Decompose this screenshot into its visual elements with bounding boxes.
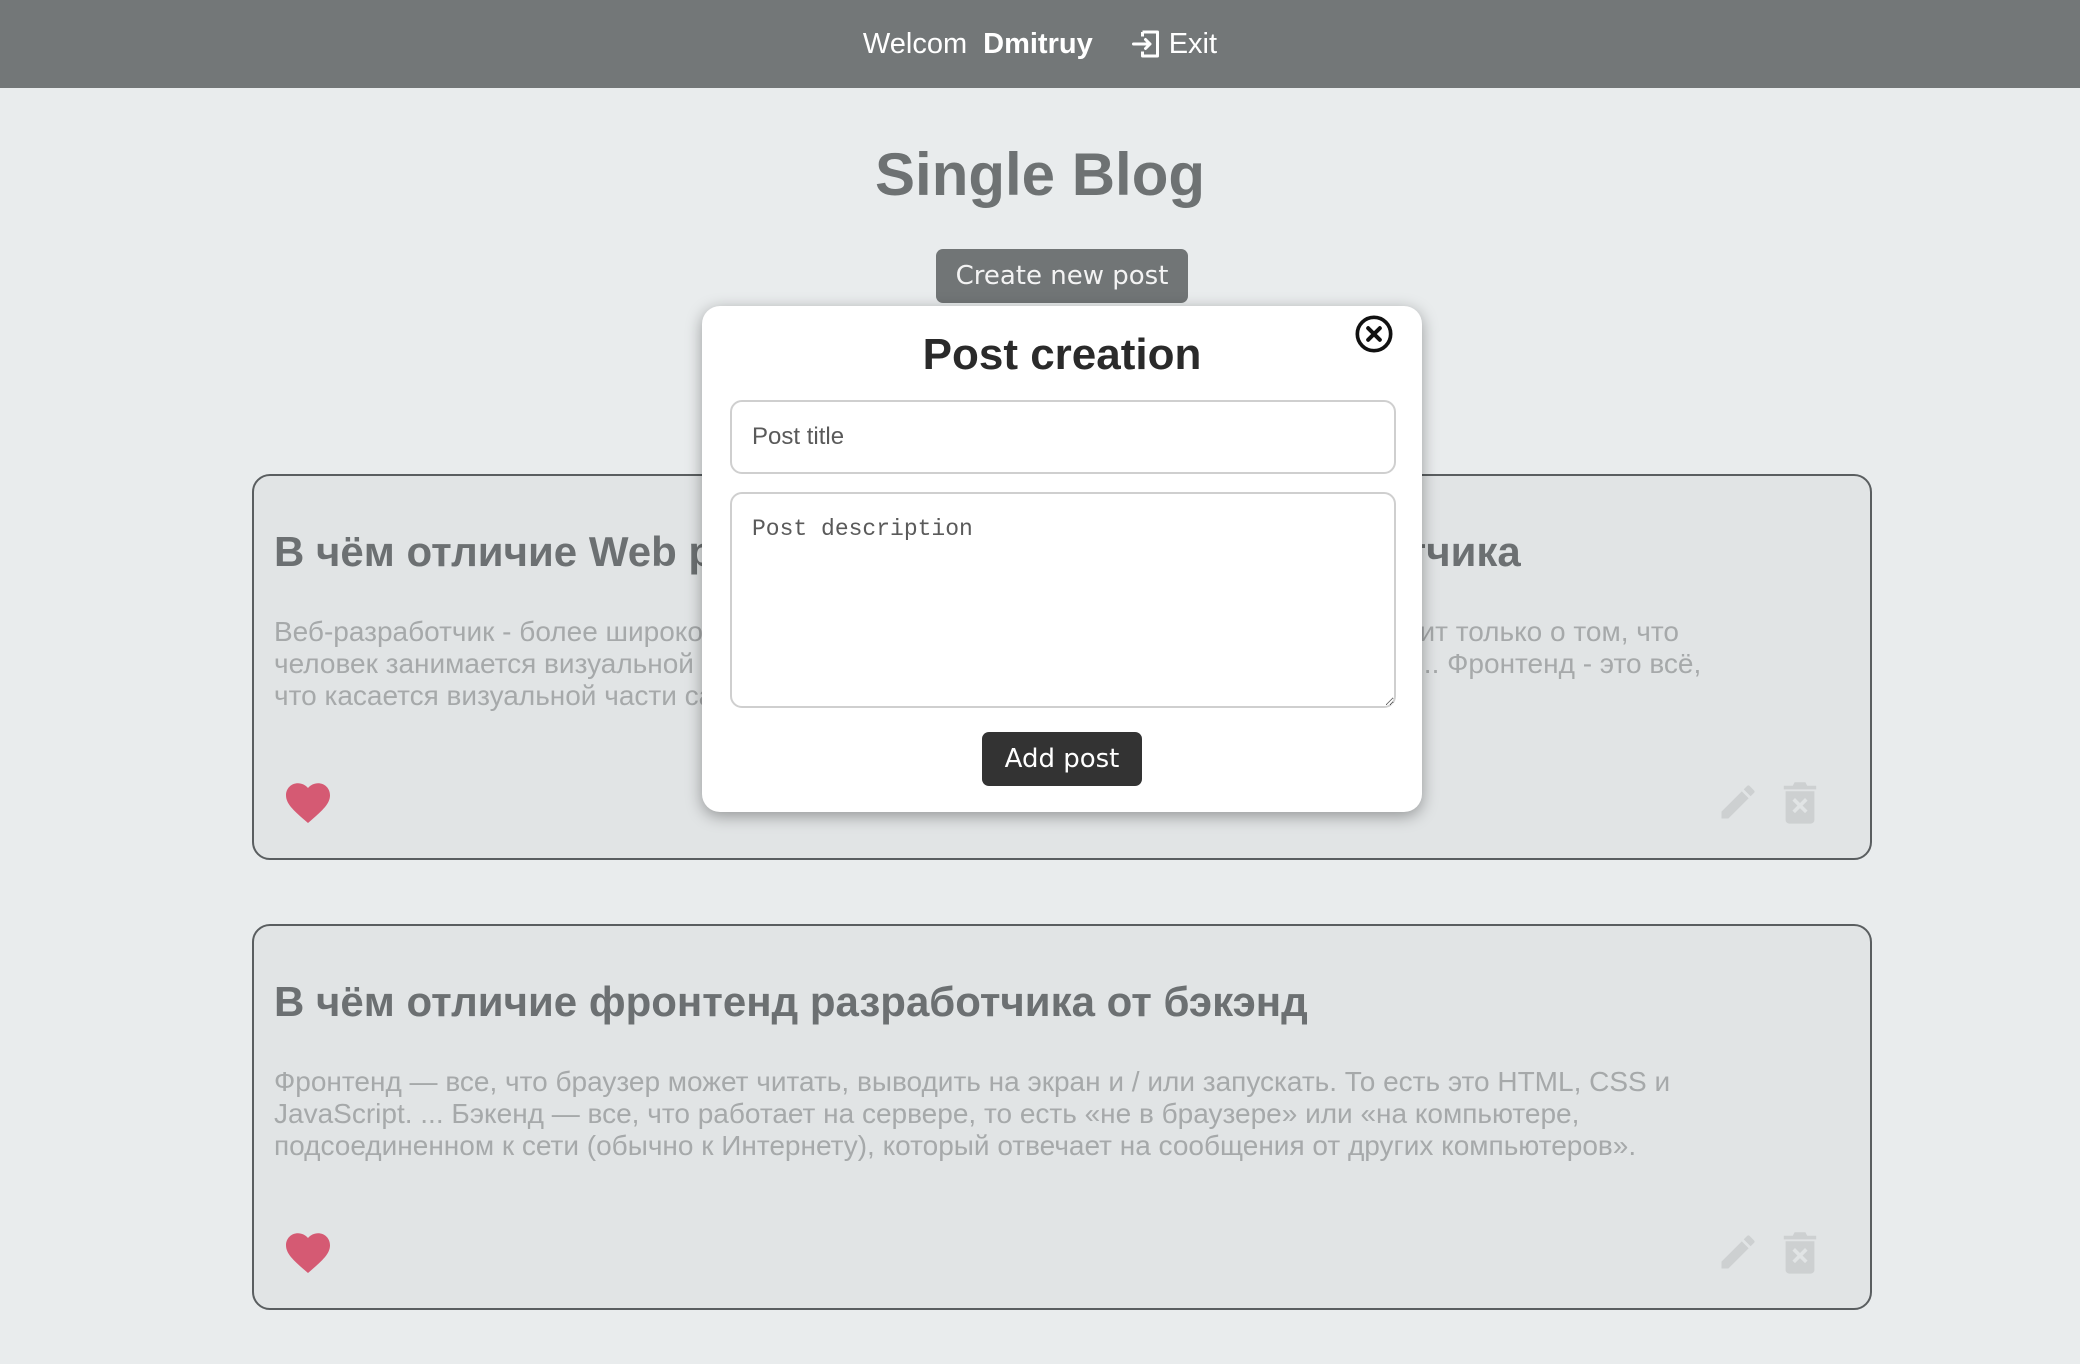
modal-overlay: Post creation Add post <box>0 0 2080 1364</box>
modal-heading: Post creation <box>922 330 1202 379</box>
add-post-button[interactable]: Add post <box>982 732 1142 786</box>
post-title-input[interactable] <box>730 400 1396 474</box>
post-creation-modal: Post creation Add post <box>702 306 1422 812</box>
post-description-textarea[interactable] <box>730 492 1396 708</box>
